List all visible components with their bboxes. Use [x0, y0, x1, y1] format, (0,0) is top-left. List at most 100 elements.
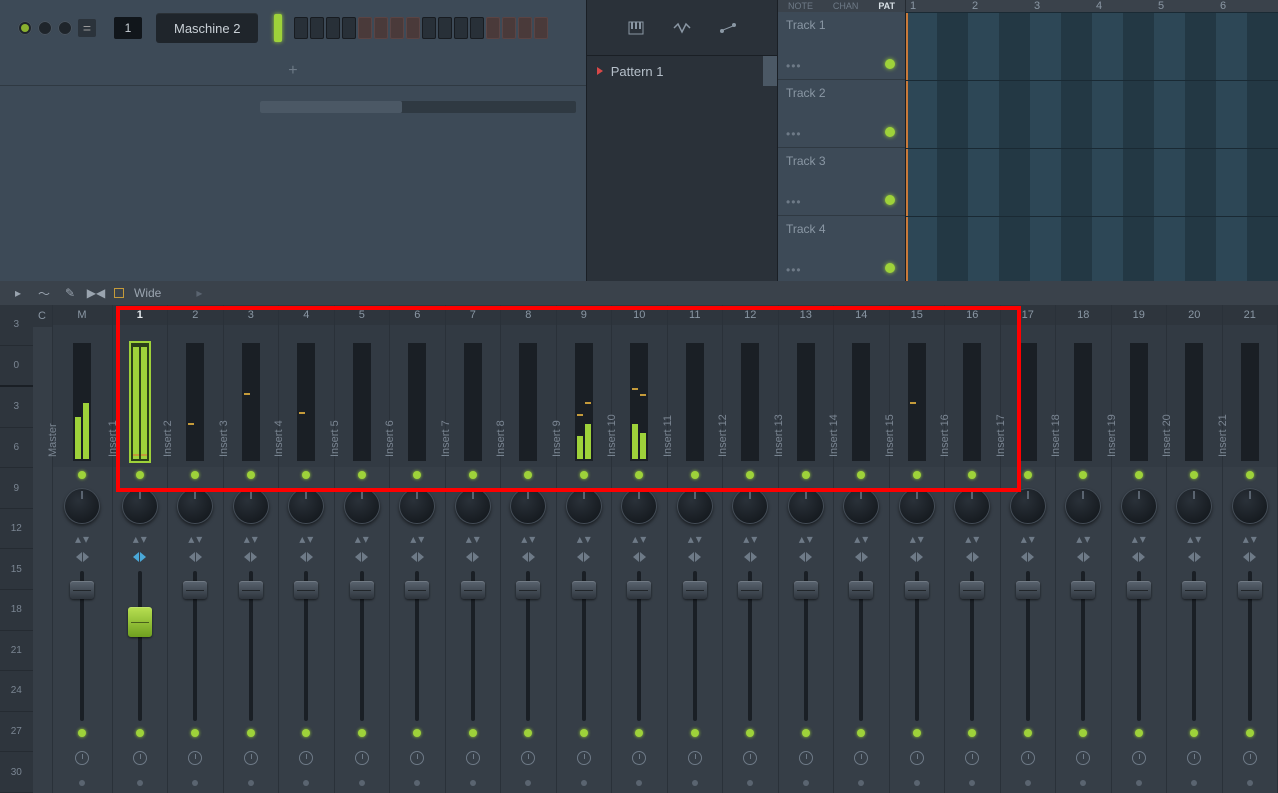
dock-indicator[interactable] [969, 780, 975, 786]
step-5[interactable] [358, 17, 372, 39]
fx-slot-icon[interactable] [299, 751, 313, 765]
send-enable-led[interactable] [413, 729, 421, 737]
add-channel-button[interactable]: + [0, 56, 586, 86]
swap-icon[interactable]: ▴▾ [1243, 532, 1257, 546]
mixer-strip-current[interactable]: C▴▾ [33, 305, 53, 793]
pattern-list-item[interactable]: Pattern 1 [587, 56, 777, 86]
mixer-menu-icon[interactable]: ▸ [10, 285, 26, 301]
dock-indicator[interactable] [636, 780, 642, 786]
pan-knob[interactable] [224, 483, 279, 530]
volume-fader[interactable] [1167, 565, 1222, 721]
dock-indicator[interactable] [692, 780, 698, 786]
mixer-strip-insert-21[interactable]: 21Insert 21▴▾ [1223, 305, 1278, 793]
swap-icon[interactable]: ▴▾ [1021, 532, 1035, 546]
strip-enable-led[interactable] [890, 467, 945, 483]
step-12[interactable] [470, 17, 484, 39]
dock-indicator[interactable] [858, 780, 864, 786]
fx-slot-icon[interactable] [466, 751, 480, 765]
mixer-brush-icon[interactable]: ✎ [62, 285, 78, 301]
swap-icon[interactable]: ▴▾ [854, 532, 868, 546]
volume-fader[interactable] [834, 565, 889, 721]
volume-fader[interactable] [612, 565, 667, 721]
pan-knob[interactable] [501, 483, 556, 530]
strip-enable-led[interactable] [668, 467, 723, 483]
playlist-ruler[interactable]: 123456 [906, 0, 1278, 12]
playlist-grid[interactable] [906, 12, 1278, 284]
fx-slot-icon[interactable] [133, 751, 147, 765]
fx-slot-icon[interactable] [799, 751, 813, 765]
fx-slot-icon[interactable] [1076, 751, 1090, 765]
dock-indicator[interactable] [803, 780, 809, 786]
volume-fader[interactable] [779, 565, 834, 721]
volume-fader[interactable] [53, 565, 112, 721]
send-enable-led[interactable] [580, 729, 588, 737]
dock-indicator[interactable] [1191, 780, 1197, 786]
cr-scrollbar[interactable] [260, 101, 576, 113]
dock-indicator[interactable] [525, 780, 531, 786]
track-menu-icon[interactable]: ••• [786, 127, 802, 141]
strip-number[interactable]: 14 [834, 305, 889, 325]
stereo-sep-icon[interactable] [966, 552, 979, 562]
fx-slot-icon[interactable] [355, 751, 369, 765]
pan-knob[interactable] [834, 483, 889, 530]
dock-indicator[interactable] [470, 780, 476, 786]
mixer-strip-insert-6[interactable]: 6Insert 6▴▾ [390, 305, 446, 793]
mixer-expand-icon[interactable]: ▸ [191, 285, 207, 301]
dock-indicator[interactable] [79, 780, 85, 786]
stereo-sep-icon[interactable] [355, 552, 368, 562]
fx-slot-icon[interactable] [743, 751, 757, 765]
strip-enable-led[interactable] [612, 467, 667, 483]
volume-fader[interactable] [279, 565, 334, 721]
pan-knob[interactable] [1167, 483, 1222, 530]
pan-knob[interactable] [168, 483, 223, 530]
pan-knob[interactable] [668, 483, 723, 530]
fx-slot-icon[interactable] [75, 751, 89, 765]
step-10[interactable] [438, 17, 452, 39]
dock-indicator[interactable] [137, 780, 143, 786]
fx-slot-icon[interactable] [1132, 751, 1146, 765]
send-enable-led[interactable] [857, 729, 865, 737]
cr-pattern-number[interactable]: 1 [114, 17, 142, 39]
picker-piano-icon[interactable] [627, 19, 645, 37]
channel-button[interactable]: Maschine 2 [156, 13, 258, 43]
send-enable-led[interactable] [358, 729, 366, 737]
pan-knob[interactable] [1223, 483, 1278, 530]
step-14[interactable] [502, 17, 516, 39]
mixer-strip-insert-9[interactable]: 9Insert 9▴▾ [557, 305, 613, 793]
strip-number[interactable]: 16 [945, 305, 1000, 325]
track-enable-led[interactable] [885, 263, 895, 273]
step-8[interactable] [406, 17, 420, 39]
volume-fader[interactable] [890, 565, 945, 721]
send-enable-led[interactable] [1246, 729, 1254, 737]
strip-enable-led[interactable] [53, 467, 112, 483]
strip-number[interactable]: 4 [279, 305, 334, 325]
pan-knob[interactable] [1056, 483, 1111, 530]
mixer-strip-insert-8[interactable]: 8Insert 8▴▾ [501, 305, 557, 793]
strip-enable-led[interactable] [1112, 467, 1167, 483]
swap-icon[interactable]: ▴▾ [632, 532, 646, 546]
strip-number[interactable]: 8 [501, 305, 556, 325]
dock-indicator[interactable] [359, 780, 365, 786]
pan-knob[interactable] [335, 483, 390, 530]
stereo-sep-icon[interactable] [1077, 552, 1090, 562]
swap-icon[interactable]: ▴▾ [244, 532, 258, 546]
strip-enable-led[interactable] [113, 467, 168, 483]
track-enable-led[interactable] [885, 59, 895, 69]
volume-fader[interactable] [224, 565, 279, 721]
step-7[interactable] [390, 17, 404, 39]
send-enable-led[interactable] [1079, 729, 1087, 737]
strip-number[interactable]: 11 [668, 305, 723, 325]
strip-enable-led[interactable] [168, 467, 223, 483]
step-6[interactable] [374, 17, 388, 39]
strip-number[interactable]: 6 [390, 305, 445, 325]
track-menu-icon[interactable]: ••• [786, 263, 802, 277]
dock-indicator[interactable] [192, 780, 198, 786]
send-enable-led[interactable] [136, 729, 144, 737]
strip-number[interactable]: 17 [1001, 305, 1056, 325]
swap-icon[interactable]: ▴▾ [965, 532, 979, 546]
strip-enable-led[interactable] [723, 467, 778, 483]
swap-icon[interactable]: ▴▾ [466, 532, 480, 546]
stereo-sep-icon[interactable] [688, 552, 701, 562]
fx-slot-icon[interactable] [577, 751, 591, 765]
mode-tab-note[interactable]: NOTE [788, 1, 813, 11]
